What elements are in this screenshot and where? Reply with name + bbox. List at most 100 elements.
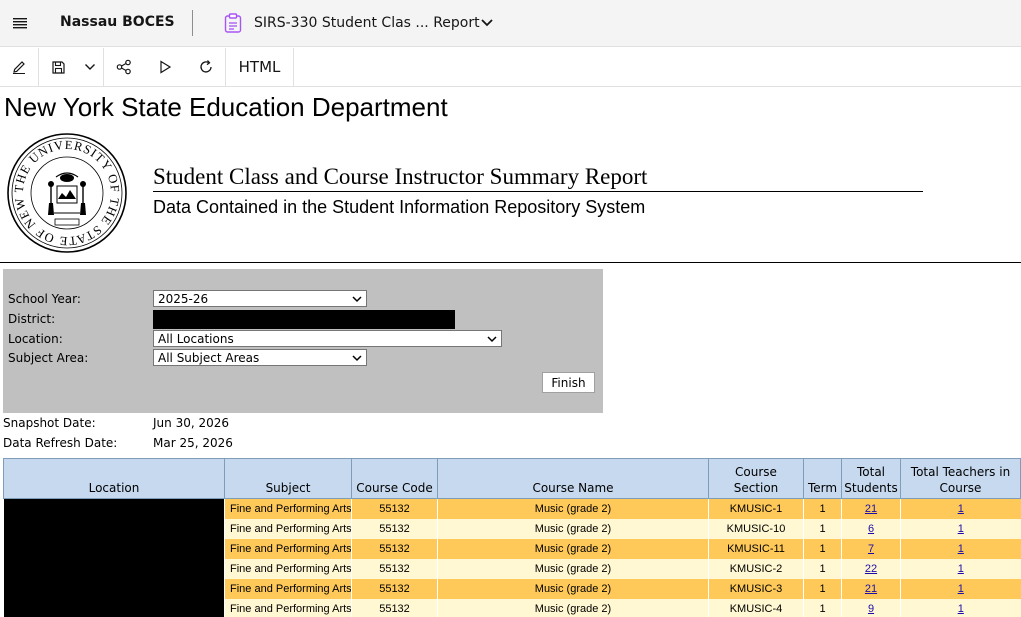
total-students-cell: 22 [841,558,901,579]
course-section-cell: KMUSIC-4 [708,598,804,617]
course-code-cell: 55132 [351,598,438,617]
refresh-icon [199,60,212,73]
total-teachers-cell: 1 [900,578,1021,599]
chevron-down-icon [352,355,362,362]
refresh-date-value: Mar 25, 2026 [153,436,233,450]
total-students-cell: 21 [841,498,901,519]
menu-button[interactable] [2,5,38,41]
total-teachers-link[interactable]: 1 [958,563,964,575]
save-icon [51,60,65,74]
total-students-link[interactable]: 21 [865,583,877,595]
total-students-cell: 6 [841,518,901,539]
total-teachers-cell: 1 [900,598,1021,617]
pencil-icon [13,61,25,74]
column-header: Total Teachers in Course [900,458,1021,499]
play-icon [160,60,172,74]
district-label: District: [8,312,56,326]
report-subtitle: Data Contained in the Student Informatio… [153,197,646,217]
total-teachers-cell: 1 [900,518,1021,539]
chevron-down-icon [352,296,362,303]
course-name-cell: Music (grade 2) [437,538,709,559]
total-teachers-cell: 1 [900,538,1021,559]
total-students-link[interactable]: 9 [868,603,874,615]
total-teachers-link[interactable]: 1 [958,583,964,595]
course-name-cell: Music (grade 2) [437,558,709,579]
term-cell: 1 [803,558,842,579]
total-students-link[interactable]: 21 [865,503,877,515]
course-section-cell: KMUSIC-1 [708,498,804,519]
snapshot-date-label: Snapshot Date: [3,416,96,430]
header-divider [192,10,193,36]
location-select[interactable]: All Locations [153,330,502,347]
subject-area-label: Subject Area: [8,351,89,365]
column-header: Subject [224,458,352,499]
total-students-link[interactable]: 22 [865,563,877,575]
report-main-title: Student Class and Course Instructor Summ… [153,164,648,189]
subject-area-value: All Subject Areas [158,350,260,365]
report-menu-button[interactable] [477,12,497,34]
save-button[interactable] [40,48,76,86]
output-format-button[interactable]: HTML [226,48,294,86]
subject-cell: Fine and Performing Arts [224,598,352,617]
total-teachers-cell: 1 [900,498,1021,519]
total-students-cell: 7 [841,538,901,559]
course-name-cell: Music (grade 2) [437,598,709,617]
share-icon [116,59,131,75]
hamburger-icon [13,18,27,29]
course-summary-table: Location Subject Course Code Course Name… [3,458,1021,617]
course-section-cell: KMUSIC-3 [708,578,804,599]
location-label: Location: [8,332,63,346]
chevron-down-icon [481,19,493,27]
total-teachers-link[interactable]: 1 [958,603,964,615]
brand-name: Nassau BOCES [60,14,175,30]
column-header: Term [803,458,842,499]
total-teachers-cell: 1 [900,558,1021,579]
subject-cell: Fine and Performing Arts [224,538,352,559]
report-title[interactable]: SIRS-330 Student Clas ... Report [254,15,480,31]
school-year-select[interactable]: 2025-26 [153,290,367,307]
location-value: All Locations [158,331,234,346]
term-cell: 1 [803,538,842,559]
course-code-cell: 55132 [351,538,438,559]
column-header: Course Section [708,458,804,499]
course-name-cell: Music (grade 2) [437,578,709,599]
table-row: Fine and Performing Arts 55132 Music (gr… [3,498,1021,617]
share-button[interactable] [104,48,144,86]
school-year-value: 2025-26 [158,291,209,306]
term-cell: 1 [803,498,842,519]
app-header: Nassau BOCES SIRS-330 Student Clas ... R… [0,0,1021,47]
table-header-row: Location Subject Course Code Course Name… [3,458,1021,499]
save-options-button[interactable] [76,48,104,86]
total-students-cell: 21 [841,578,901,599]
column-header: Course Name [437,458,709,499]
school-year-label: School Year: [8,292,81,306]
chevron-down-icon [487,336,497,343]
snapshot-date-value: Jun 30, 2026 [153,416,230,430]
course-name-cell: Music (grade 2) [437,498,709,519]
report-clipboard-icon [224,13,242,33]
course-section-cell: KMUSIC-11 [708,538,804,559]
total-teachers-link[interactable]: 1 [958,503,964,515]
total-students-link[interactable]: 6 [868,523,874,535]
run-button[interactable] [144,48,186,86]
column-header: Location [3,458,225,499]
subject-cell: Fine and Performing Arts [224,498,352,519]
header-divider-line [0,262,1021,263]
chevron-down-icon [84,64,95,70]
term-cell: 1 [803,578,842,599]
refresh-button[interactable] [186,48,226,86]
prompt-panel: School Year: 2025-26 District: Location:… [3,269,603,413]
total-teachers-link[interactable]: 1 [958,523,964,535]
district-field-redacted[interactable] [153,310,455,329]
course-section-cell: KMUSIC-10 [708,518,804,539]
total-teachers-link[interactable]: 1 [958,543,964,555]
finish-button[interactable]: Finish [542,372,595,393]
total-students-link[interactable]: 7 [868,543,874,555]
department-heading: New York State Education Department [4,92,448,122]
term-cell: 1 [803,598,842,617]
subject-cell: Fine and Performing Arts [224,558,352,579]
subject-area-select[interactable]: All Subject Areas [153,349,367,366]
course-code-cell: 55132 [351,578,438,599]
edit-button[interactable] [0,48,39,86]
column-header: Course Code [351,458,438,499]
